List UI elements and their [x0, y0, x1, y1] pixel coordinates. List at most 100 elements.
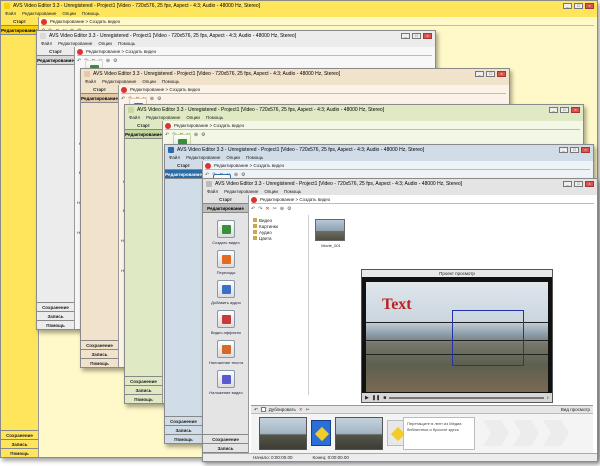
- sidebar-bottom-button[interactable]: Сохранение: [1, 430, 38, 439]
- menu-item[interactable]: Файл: [5, 11, 16, 16]
- empty-slot[interactable]: [543, 420, 569, 446]
- storyboard-clip[interactable]: [259, 417, 307, 450]
- tool-button[interactable]: Видео-эффекты: [209, 307, 243, 337]
- menu-item[interactable]: Помощь: [162, 79, 179, 84]
- overlay-selection-box[interactable]: [452, 310, 524, 366]
- undo-icon[interactable]: ↶: [251, 206, 255, 212]
- tree-item[interactable]: Цвета: [253, 235, 306, 241]
- settings-icon[interactable]: ⚙: [201, 132, 205, 138]
- menu-item[interactable]: Редактирование: [224, 189, 258, 194]
- menu-item[interactable]: Опции: [142, 79, 156, 84]
- settings-icon[interactable]: ⚙: [287, 206, 291, 212]
- tab-start[interactable]: Старт: [1, 17, 38, 26]
- menu-item[interactable]: Опции: [98, 41, 112, 46]
- empty-slot[interactable]: [483, 420, 509, 446]
- seek-bar[interactable]: [389, 396, 544, 399]
- tab-edit[interactable]: Редактирование: [203, 204, 248, 213]
- duplicate-button[interactable]: Дублировать: [269, 407, 296, 412]
- menu-item[interactable]: Опции: [62, 11, 76, 16]
- minimize-button[interactable]: _: [549, 106, 558, 113]
- close-button[interactable]: ×: [571, 106, 580, 113]
- menu-item[interactable]: Файл: [41, 41, 52, 46]
- maximize-button[interactable]: □: [486, 70, 495, 77]
- tab-edit[interactable]: Редактирование: [165, 170, 202, 179]
- menu-item[interactable]: Редактирование: [22, 11, 56, 16]
- close-button[interactable]: ×: [585, 2, 594, 9]
- zoom-icon[interactable]: ⊕: [280, 206, 284, 212]
- minimize-button[interactable]: _: [559, 146, 568, 153]
- minimize-button[interactable]: _: [563, 180, 572, 187]
- menu-item[interactable]: Файл: [85, 79, 96, 84]
- close-button[interactable]: ×: [497, 70, 506, 77]
- menu-item[interactable]: Редактирование: [186, 155, 220, 160]
- menu-item[interactable]: Опции: [226, 155, 240, 160]
- menu-item[interactable]: Редактирование: [102, 79, 136, 84]
- home-icon[interactable]: [77, 48, 83, 55]
- empty-slot[interactable]: [513, 420, 539, 446]
- tab-edit[interactable]: Редактирование: [81, 94, 118, 103]
- tab-start[interactable]: Старт: [125, 121, 162, 130]
- library-clip-thumbnail[interactable]: [315, 219, 345, 241]
- title-bar[interactable]: AVS Video Editor 3.3 - Unregistered - Pr…: [37, 31, 435, 40]
- sidebar-bottom-button[interactable]: Помощь: [125, 394, 162, 403]
- undo-icon[interactable]: ↶: [254, 407, 258, 413]
- play-icon[interactable]: ▶: [365, 395, 369, 401]
- sidebar-bottom-button[interactable]: Запись: [81, 349, 118, 358]
- transition-slot[interactable]: [311, 420, 331, 446]
- title-bar[interactable]: AVS Video Editor 3.3 - Unregistered - Pr…: [203, 179, 597, 188]
- menu-item[interactable]: Файл: [129, 115, 140, 120]
- minimize-button[interactable]: _: [563, 2, 572, 9]
- tab-edit[interactable]: Редактирование: [1, 26, 38, 35]
- settings-icon[interactable]: ⚙: [113, 58, 117, 64]
- menu-item[interactable]: Помощь: [206, 115, 223, 120]
- menu-item[interactable]: Файл: [169, 155, 180, 160]
- cut-icon[interactable]: ✂: [306, 407, 310, 413]
- minimize-button[interactable]: _: [475, 70, 484, 77]
- stop-icon[interactable]: ■: [383, 395, 386, 401]
- maximize-button[interactable]: □: [570, 146, 579, 153]
- title-bar[interactable]: AVS Video Editor 3.3 - Unregistered - Pr…: [165, 145, 593, 154]
- sidebar-bottom-button[interactable]: Сохранение: [165, 416, 202, 425]
- cut-icon[interactable]: ✂: [273, 206, 277, 212]
- volume-icon[interactable]: ♪: [547, 395, 550, 401]
- sidebar-bottom-button[interactable]: Запись: [1, 439, 38, 448]
- tool-button[interactable]: Создать видео: [209, 217, 243, 247]
- menu-item[interactable]: Редактирование: [146, 115, 180, 120]
- tab-edit[interactable]: Редактирование: [37, 56, 74, 65]
- tool-button[interactable]: Наложение видео: [209, 367, 243, 397]
- home-icon[interactable]: [165, 122, 171, 129]
- title-bar[interactable]: AVS Video Editor 3.3 - Unregistered - Pr…: [1, 1, 597, 10]
- sidebar-bottom-button[interactable]: Помощь: [1, 448, 38, 457]
- menu-item[interactable]: Помощь: [118, 41, 135, 46]
- menu-item[interactable]: Файл: [207, 189, 218, 194]
- sidebar-bottom-button[interactable]: Сохранение: [125, 376, 162, 385]
- close-button[interactable]: ×: [423, 32, 432, 39]
- title-bar[interactable]: AVS Video Editor 3.3 - Unregistered - Pr…: [125, 105, 583, 114]
- settings-icon[interactable]: ⚙: [157, 96, 161, 102]
- tool-button[interactable]: Добавить аудио: [209, 277, 243, 307]
- sidebar-bottom-button[interactable]: Запись: [37, 311, 74, 320]
- close-button[interactable]: ×: [581, 146, 590, 153]
- sidebar-bottom-button[interactable]: Помощь: [165, 434, 202, 443]
- sidebar-bottom-button[interactable]: Сохранение: [81, 340, 118, 349]
- overlay-text[interactable]: Text: [382, 296, 412, 314]
- pause-icon[interactable]: ❚❚: [372, 395, 380, 401]
- tab-start[interactable]: Старт: [81, 85, 118, 94]
- maximize-button[interactable]: □: [412, 32, 421, 39]
- home-icon[interactable]: [205, 162, 211, 169]
- timeline-view-toggle[interactable]: Вид просмотр: [561, 407, 590, 412]
- app-window-6[interactable]: AVS Video Editor 3.3 - Unregistered - Pr…: [202, 178, 598, 462]
- storyboard-clip[interactable]: [335, 417, 383, 450]
- tab-start[interactable]: Старт: [37, 47, 74, 56]
- sidebar-bottom-button[interactable]: Сохранение: [37, 302, 74, 311]
- tool-button[interactable]: Наложение текста: [209, 337, 243, 367]
- tab-edit[interactable]: Редактирование: [125, 130, 162, 139]
- redo-icon[interactable]: ↷: [258, 206, 262, 212]
- drop-hint[interactable]: Перетащите в лент из Медиа библиотеки и …: [403, 417, 475, 450]
- menu-item[interactable]: Опции: [264, 189, 278, 194]
- tool-button[interactable]: Переходы: [209, 247, 243, 277]
- menu-item[interactable]: Редактирование: [58, 41, 92, 46]
- sidebar-bottom-button[interactable]: Запись: [165, 425, 202, 434]
- home-icon[interactable]: [251, 196, 257, 203]
- close-button[interactable]: ×: [585, 180, 594, 187]
